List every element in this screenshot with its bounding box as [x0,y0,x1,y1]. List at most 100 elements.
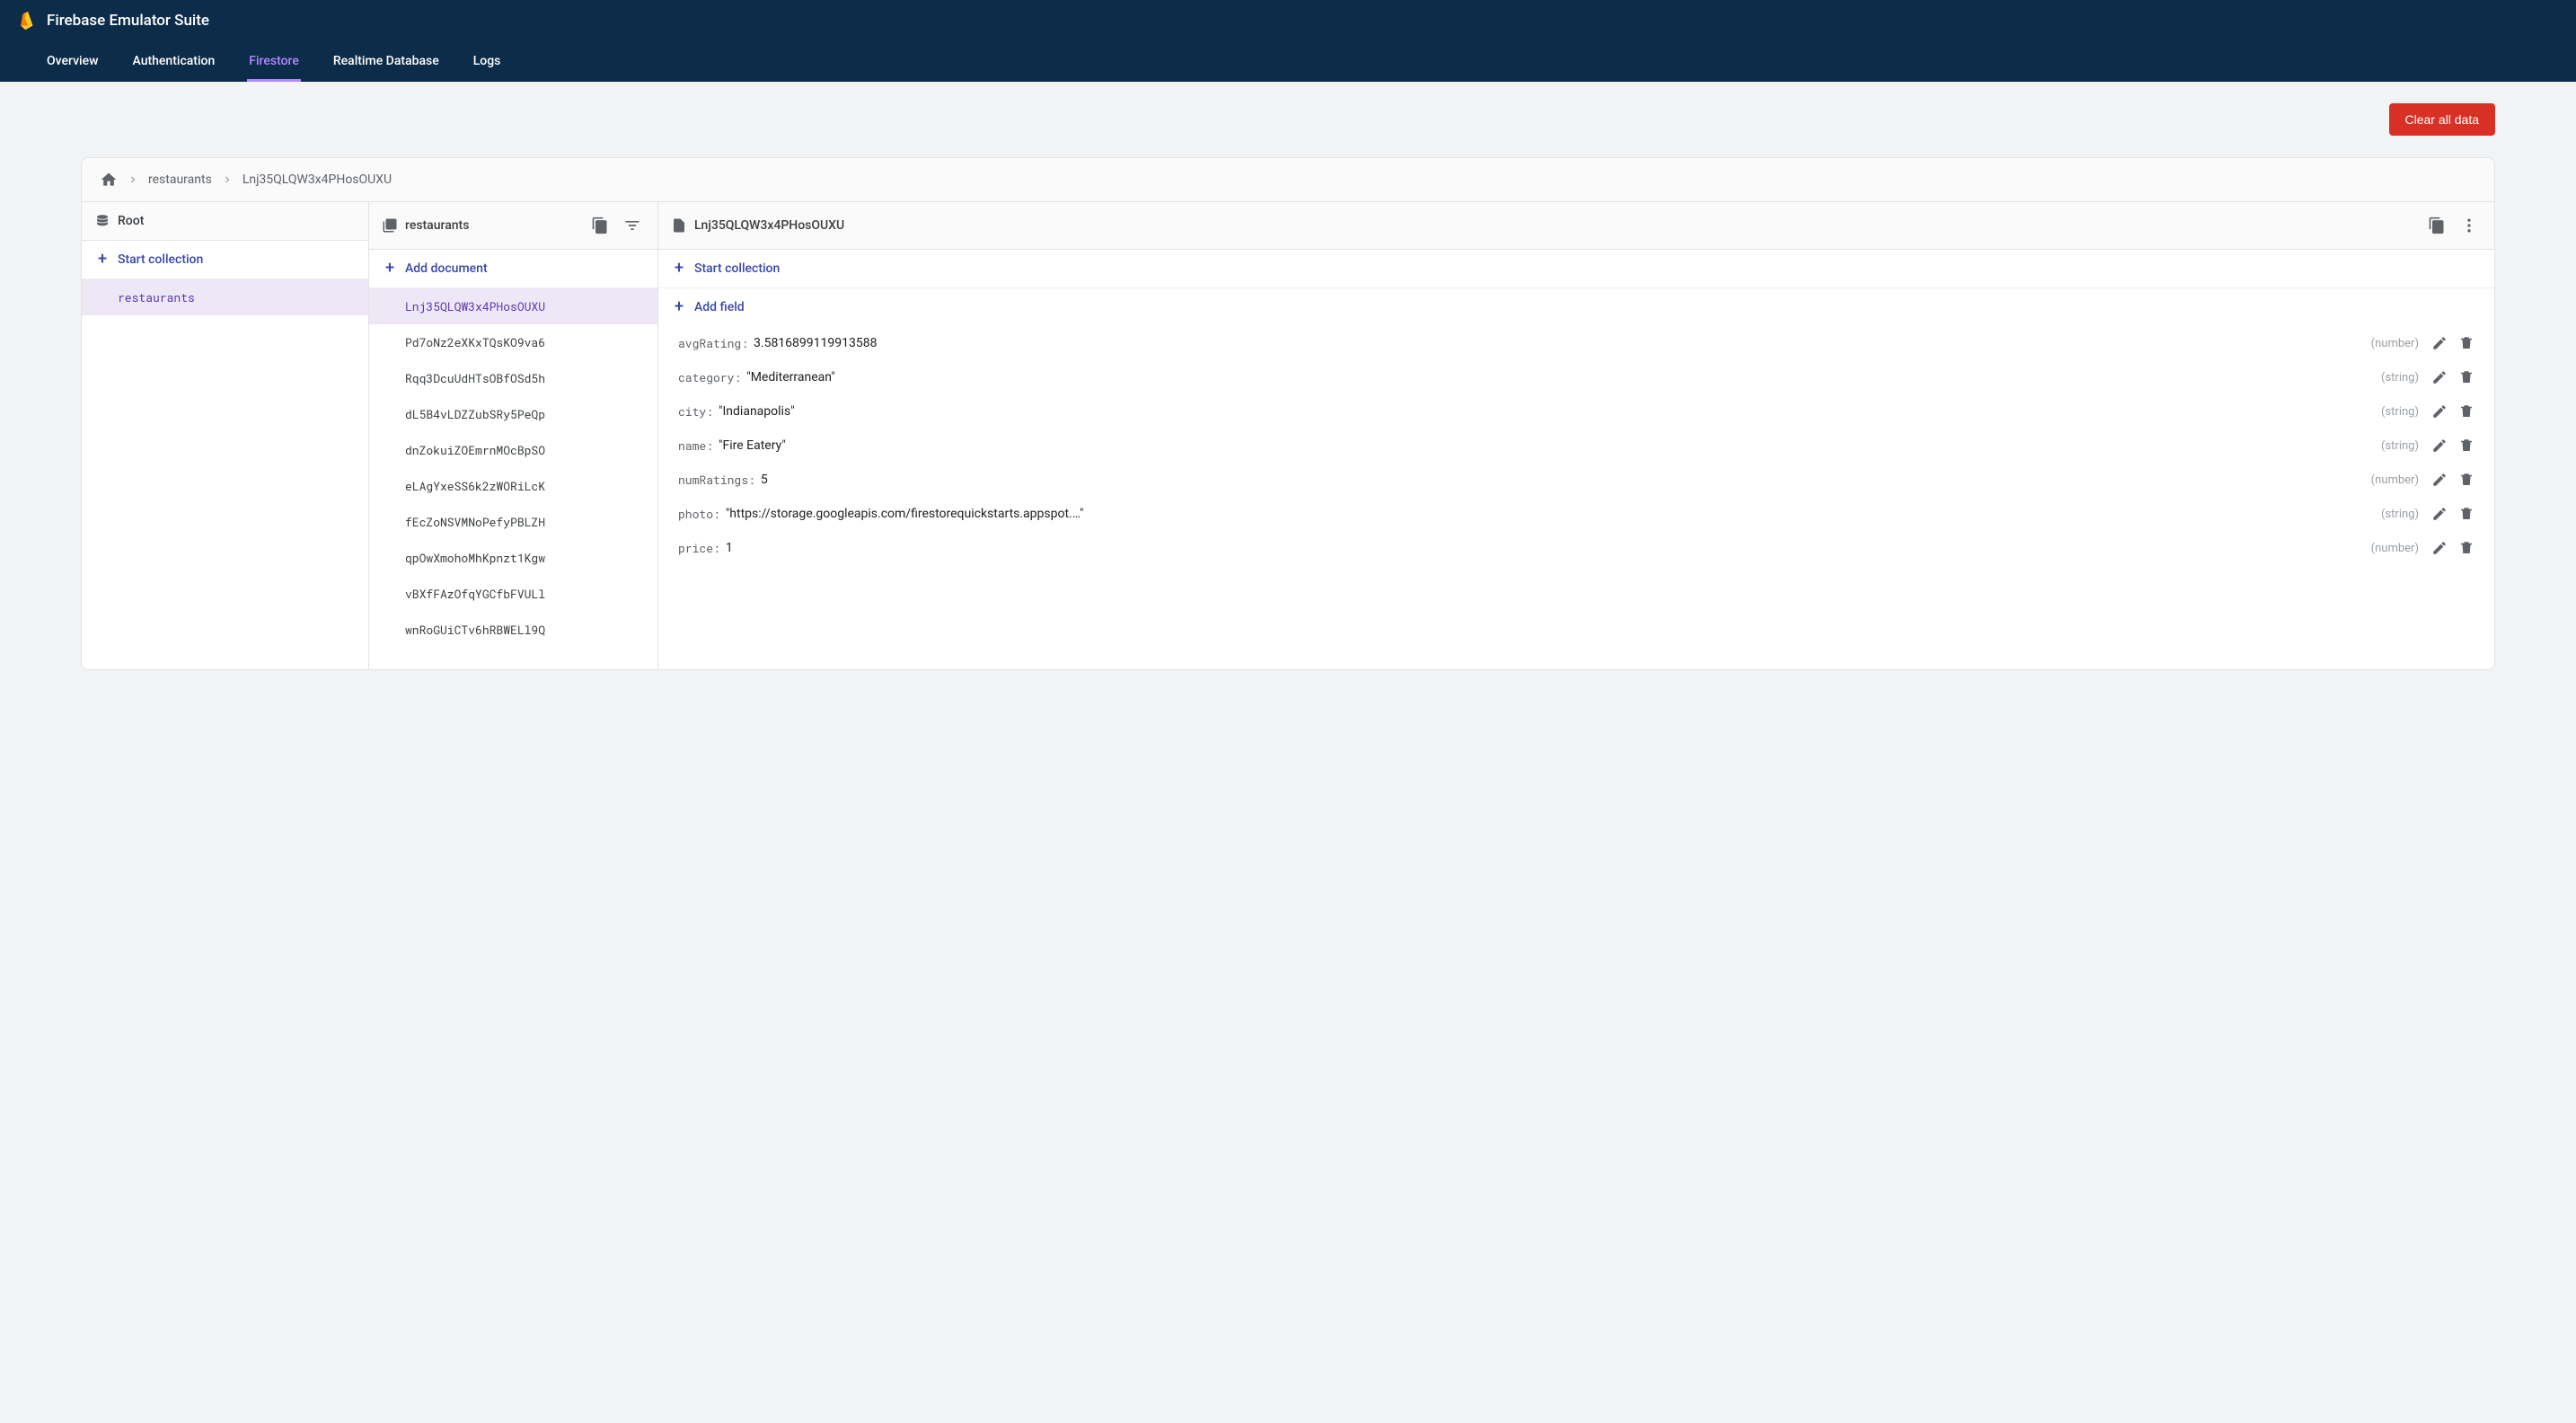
field-key: numRatings: [678,472,755,488]
chevron-right-icon [127,173,139,186]
tab-logs[interactable]: Logs [472,43,503,82]
start-subcollection-label: Start collection [694,261,780,276]
column-fields-title: Lnj35QLQW3x4PHosOUXU [694,218,2417,233]
collection-icon [382,217,398,234]
plus-icon: + [675,261,684,277]
field-type: (string) [2381,439,2419,453]
plus-icon: + [675,299,684,315]
field-type: (number) [2371,542,2419,555]
column-documents-title: restaurants [405,218,580,233]
field-row: price:1(number) [658,531,2494,565]
header-title-row: Firebase Emulator Suite [18,11,2558,36]
field-actions [2431,369,2475,385]
column-root: Root + Start collection restaurants [82,202,369,669]
pencil-icon[interactable] [2431,472,2448,488]
copy-icon[interactable] [587,213,613,238]
field-key: photo: [678,506,720,522]
field-value: "Indianapolis" [719,404,2376,419]
field-type: (string) [2381,508,2419,521]
chevron-right-icon [221,173,234,186]
start-subcollection-button[interactable]: + Start collection [658,250,2494,288]
field-row: name:"Fire Eatery"(string) [658,429,2494,463]
tab-firestore[interactable]: Firestore [247,43,301,82]
document-item[interactable]: vBXfFAzOfqYGCfbFVULl [369,576,657,612]
pencil-icon[interactable] [2431,540,2448,556]
firestore-panel: restaurants Lnj35QLQW3x4PHosOUXU Root + … [81,157,2495,670]
start-collection-label: Start collection [118,252,203,267]
collection-item-restaurants[interactable]: restaurants [82,279,368,315]
trash-icon[interactable] [2458,472,2475,488]
database-icon [94,213,110,229]
breadcrumb-document[interactable]: Lnj35QLQW3x4PHosOUXU [243,172,392,187]
tab-authentication[interactable]: Authentication [130,43,216,82]
plus-icon: + [98,252,107,268]
trash-icon[interactable] [2458,335,2475,351]
column-root-title: Root [118,214,356,228]
column-fields-header: Lnj35QLQW3x4PHosOUXU [658,202,2494,250]
document-item[interactable]: wnRoGUiCTv6hRBWELl9Q [369,612,657,648]
document-item[interactable]: fEcZoNSVMNoPefyPBLZH [369,504,657,540]
more-vert-icon[interactable] [2457,213,2482,238]
column-fields: Lnj35QLQW3x4PHosOUXU + Start collection … [658,202,2494,669]
document-item[interactable]: eLAgYxeSS6k2zWORiLcK [369,468,657,504]
nav-tabs: Overview Authentication Firestore Realti… [18,43,2558,82]
clear-all-data-button[interactable]: Clear all data [2389,103,2496,136]
field-actions [2431,506,2475,522]
field-row: photo: "https://storage.googleapis.com/fi… [658,497,2494,531]
filter-icon[interactable] [620,213,645,238]
firebase-logo-icon [18,11,38,31]
data-columns: Root + Start collection restaurants rest… [82,202,2494,669]
pencil-icon[interactable] [2431,506,2448,522]
pencil-icon[interactable] [2431,403,2448,420]
pencil-icon[interactable] [2431,369,2448,385]
copy-icon[interactable] [2424,213,2449,238]
add-document-button[interactable]: + Add document [369,250,657,288]
field-value: "https://storage.googleapis.com/firestor… [726,507,2376,521]
document-item[interactable]: qpOwXmohoMhKpnzt1Kgw [369,540,657,576]
trash-icon[interactable] [2458,438,2475,454]
add-field-button[interactable]: + Add field [658,288,2494,326]
add-document-label: Add document [405,261,488,276]
field-actions [2431,403,2475,420]
field-key: category: [678,369,741,385]
field-row: city: "Indianapolis" (string) [658,394,2494,429]
pencil-icon[interactable] [2431,438,2448,454]
field-row: numRatings:5(number) [658,463,2494,497]
field-actions [2431,438,2475,454]
field-value: 1 [726,541,2366,555]
field-type: (number) [2371,473,2419,487]
breadcrumb-collection[interactable]: restaurants [148,172,212,187]
document-item[interactable]: Rqq3DcuUdHTsOBfOSd5h [369,360,657,396]
document-icon [671,217,687,234]
document-item[interactable]: Pd7oNz2eXKxTQsKO9va6 [369,324,657,360]
start-collection-button[interactable]: + Start collection [82,241,368,279]
home-icon[interactable] [100,171,118,189]
field-list: avgRating: 3.5816899119913588 (number) cate… [658,326,2494,565]
trash-icon[interactable] [2458,403,2475,420]
field-type: (string) [2381,405,2419,419]
document-item[interactable]: dL5B4vLDZZubSRy5PeQp [369,396,657,432]
page-toolbar: Clear all data [0,82,2576,136]
breadcrumb: restaurants Lnj35QLQW3x4PHosOUXU [82,158,2494,202]
pencil-icon[interactable] [2431,335,2448,351]
trash-icon[interactable] [2458,369,2475,385]
field-key: avgRating: [678,335,748,351]
add-field-label: Add field [694,300,745,314]
document-item[interactable]: Lnj35QLQW3x4PHosOUXU [369,288,657,324]
field-key: city: [678,403,713,420]
field-row: avgRating: 3.5816899119913588 (number) [658,326,2494,360]
trash-icon[interactable] [2458,540,2475,556]
root-collection-list: restaurants [82,279,368,315]
column-documents-header: restaurants [369,202,657,250]
tab-overview[interactable]: Overview [45,43,100,82]
field-type: (number) [2371,337,2419,350]
tab-realtime-database[interactable]: Realtime Database [331,43,441,82]
field-value: "Fire Eatery" [719,438,2376,453]
field-actions [2431,540,2475,556]
field-row: category:"Mediterranean"(string) [658,360,2494,394]
trash-icon[interactable] [2458,506,2475,522]
field-value: 3.5816899119913588 [754,336,2366,350]
field-value: "Mediterranean" [746,370,2376,384]
document-item[interactable]: dnZokuiZOEmrnMOcBpSO [369,432,657,468]
field-actions [2431,472,2475,488]
